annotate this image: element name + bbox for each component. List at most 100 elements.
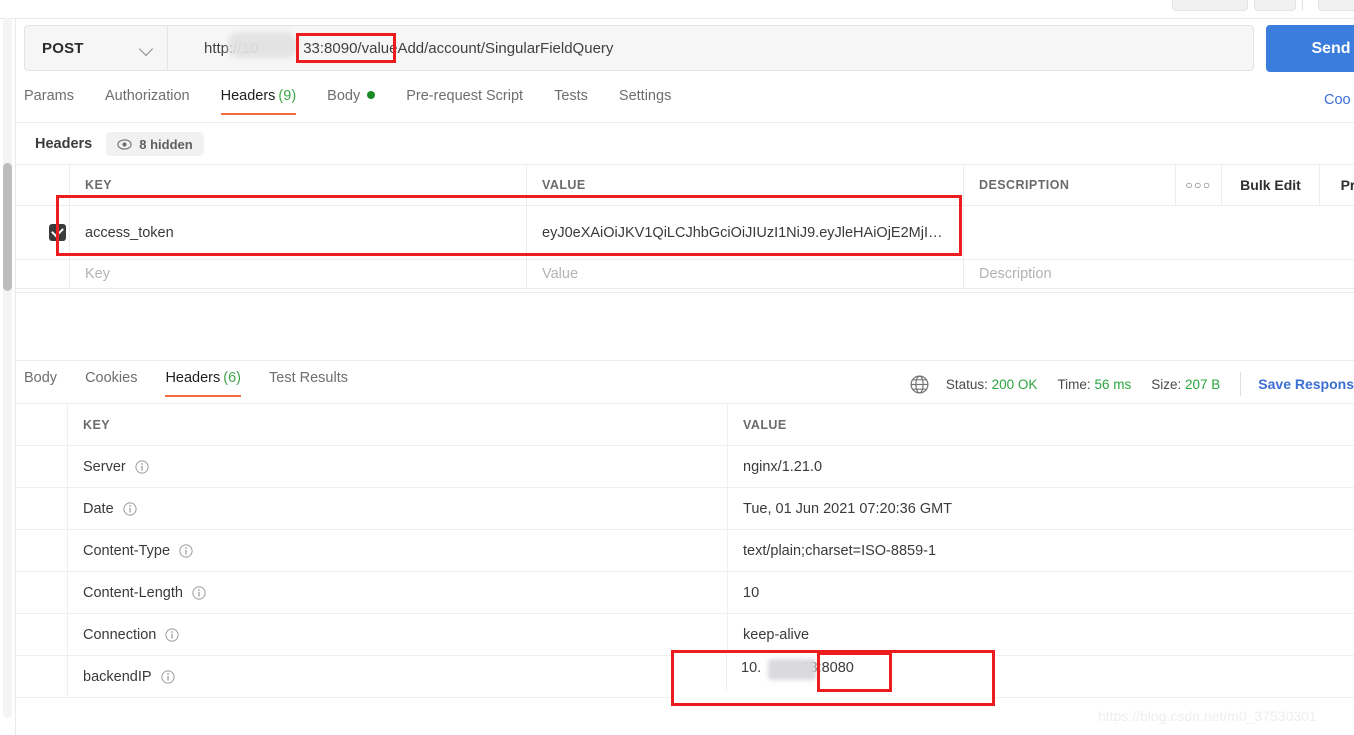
tab-params-label: Params — [24, 88, 74, 104]
response-tab-headers-count: (6) — [223, 370, 241, 386]
info-icon[interactable] — [123, 501, 137, 516]
backendip-cell-divider — [726, 653, 727, 691]
response-header-key-text: backendIP — [83, 668, 152, 685]
tab-pre-request-script-label: Pre-request Script — [406, 88, 524, 104]
hidden-headers-count: 8 hidden — [139, 136, 193, 152]
send-button[interactable]: Send — [1266, 25, 1354, 72]
tab-authorization-label: Authorization — [104, 88, 190, 104]
url-input[interactable]: http://10 33:8090/valueAdd/account/Singu… — [168, 25, 1254, 71]
vertical-scrollbar-track[interactable] — [3, 18, 12, 718]
backendip-redaction-blur — [768, 659, 816, 680]
size-value: 207 B — [1185, 376, 1221, 392]
info-icon[interactable] — [160, 669, 175, 684]
response-header-key: Content-Length — [67, 572, 727, 613]
tab-authorization[interactable]: Authorization — [105, 88, 190, 115]
response-tab-test-results-label: Test Results — [269, 370, 348, 386]
response-header-value: keep-alive — [727, 614, 1354, 655]
response-row-blank — [16, 614, 67, 655]
tab-settings-label: Settings — [618, 88, 672, 104]
tab-body[interactable]: Body — [327, 88, 376, 115]
top-strip-tab-3[interactable] — [1318, 0, 1354, 11]
tab-settings[interactable]: Settings — [619, 88, 671, 115]
response-tab-cookies[interactable]: Cookies — [85, 370, 137, 397]
request-tabs-divider — [16, 122, 1354, 123]
header-value-text: eyJ0eXAiOiJKV1QiLCJhbGciOiJIUzI1NiJ9.eyJ… — [542, 224, 943, 241]
status-value: 200 OK — [991, 376, 1038, 392]
tab-tests[interactable]: Tests — [554, 88, 588, 115]
header-value-input[interactable]: eyJ0eXAiOiJKV1QiLCJhbGciOiJIUzI1NiJ9.eyJ… — [526, 206, 963, 259]
status-divider — [1240, 372, 1242, 396]
save-response-button[interactable]: Save Respons — [1258, 376, 1354, 392]
window-top-strip — [0, 0, 1354, 19]
response-row-blank — [16, 530, 67, 571]
watermark: https://blog.csdn.net/m0_37530301 — [1098, 708, 1317, 724]
tab-body-label: Body — [327, 88, 361, 104]
top-strip-tab-1[interactable] — [1172, 0, 1248, 11]
response-header-key-text: Server — [83, 458, 126, 475]
table-row: Content-Type text/plain;charset=ISO-8859… — [16, 530, 1354, 572]
response-row-blank — [16, 572, 67, 613]
tab-pre-request-script[interactable]: Pre-request Script — [406, 88, 523, 115]
body-present-dot-icon — [367, 91, 376, 99]
row-checkbox[interactable] — [49, 224, 66, 241]
table-row: Content-Length 10 — [16, 572, 1354, 614]
tab-headers-count: (9) — [278, 88, 297, 104]
response-tab-test-results[interactable]: Test Results — [269, 370, 348, 397]
request-table-bottom-border — [16, 292, 1354, 293]
table-row: Connection keep-alive — [16, 614, 1354, 656]
header-key-input[interactable]: access_token — [69, 206, 526, 259]
response-blank-column — [16, 404, 67, 445]
response-header-key: backendIP — [67, 656, 727, 697]
top-strip-tab-2[interactable] — [1254, 0, 1296, 11]
response-row-blank — [16, 656, 67, 697]
tab-params[interactable]: Params — [24, 88, 74, 115]
response-column-header-value: VALUE — [727, 404, 1354, 445]
request-tab-bar: Params Authorization Headers (9) Body Pre… — [24, 88, 702, 122]
http-method-label: POST — [42, 39, 84, 57]
info-icon[interactable] — [165, 627, 179, 642]
response-tab-body-label: Body — [24, 370, 58, 386]
time-item: Time: 56 ms — [1057, 377, 1131, 392]
response-header-key-text: Content-Type — [83, 542, 171, 559]
response-status-bar: Status: 200 OK Time: 56 ms Size: 207 B S… — [910, 372, 1354, 396]
info-icon[interactable] — [179, 543, 193, 558]
table-row: Server nginx/1.21.0 — [16, 446, 1354, 488]
globe-icon[interactable] — [910, 375, 929, 394]
response-tab-headers[interactable]: Headers (6) — [165, 370, 241, 397]
presets-button[interactable]: Preset — [1319, 165, 1354, 205]
chevron-down-icon — [138, 41, 154, 57]
info-icon[interactable] — [135, 459, 149, 474]
tab-headers[interactable]: Headers (9) — [220, 88, 297, 115]
request-headers-header-row: KEY VALUE DESCRIPTION ○○○ Bulk Edit Pres… — [16, 164, 1354, 206]
response-header-value: nginx/1.21.0 — [727, 446, 1354, 487]
headers-subheader-title: Headers — [35, 136, 93, 152]
new-header-key-input[interactable]: Key — [69, 260, 526, 288]
headers-subheader: Headers 8 hidden — [35, 132, 204, 156]
cookies-link[interactable]: Coo — [1324, 92, 1351, 108]
checkmark-icon — [51, 224, 64, 238]
tab-headers-label: Headers — [220, 88, 276, 104]
hidden-headers-toggle[interactable]: 8 hidden — [106, 132, 204, 156]
response-row-blank — [16, 446, 67, 487]
info-icon[interactable] — [192, 585, 206, 600]
bulk-edit-button[interactable]: Bulk Edit — [1221, 165, 1319, 205]
response-header-value: text/plain;charset=ISO-8859-1 — [727, 530, 1354, 571]
response-headers-header-row: KEY VALUE — [16, 404, 1354, 446]
response-header-key-text: Date — [83, 500, 114, 517]
more-options-icon[interactable]: ○○○ — [1175, 165, 1221, 205]
column-header-key: KEY — [69, 165, 526, 205]
response-header-value: 10 — [727, 572, 1354, 613]
http-method-select[interactable]: POST — [24, 25, 168, 71]
response-header-value: Tue, 01 Jun 2021 07:20:36 GMT — [727, 488, 1354, 529]
vertical-scrollbar-thumb[interactable] — [3, 163, 12, 291]
size-label: Size: — [1151, 376, 1182, 392]
placeholder-checkbox-cell — [16, 260, 69, 288]
new-header-description-input[interactable]: Description — [963, 260, 1175, 288]
request-url-bar: POST http://10 33:8090/valueAdd/account/… — [24, 25, 1354, 72]
header-description-input[interactable] — [963, 206, 1175, 259]
status-label: Status: — [945, 376, 988, 392]
response-header-key: Server — [67, 446, 727, 487]
new-header-value-input[interactable]: Value — [526, 260, 963, 288]
response-tab-body[interactable]: Body — [24, 370, 57, 397]
status-item: Status: 200 OK — [946, 377, 1038, 392]
